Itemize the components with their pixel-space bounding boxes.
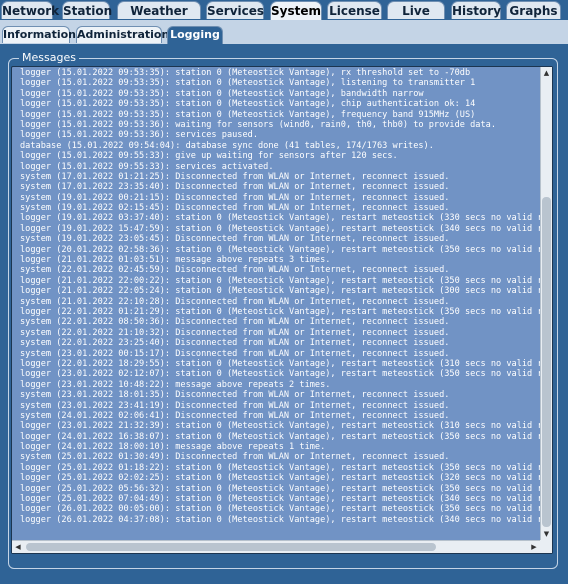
log-line: logger (19.01.2022 15:47:59): station 0 … bbox=[20, 223, 540, 234]
log-line: logger (23.01.2022 02:12:07): station 0 … bbox=[20, 369, 540, 380]
tab-logging[interactable]: Logging bbox=[167, 26, 223, 44]
vertical-scroll-thumb[interactable] bbox=[542, 197, 551, 527]
tab-information[interactable]: Information bbox=[2, 26, 76, 43]
messages-legend: Messages bbox=[19, 50, 79, 66]
tab-station[interactable]: Station bbox=[62, 1, 112, 19]
log-line: system (17.01.2022 23:35:40): Disconnect… bbox=[20, 182, 450, 193]
log-line: logger (25.01.2022 05:56:32): station 0 … bbox=[20, 483, 540, 494]
log-line: logger (15.01.2022 09:53:36): waiting fo… bbox=[20, 119, 496, 130]
tab-administration[interactable]: Administration bbox=[76, 26, 169, 43]
log-line: logger (19.01.2022 03:37:40): station 0 … bbox=[20, 213, 540, 224]
log-line: system (22.01.2022 23:25:40): Disconnect… bbox=[20, 338, 450, 349]
log-line: logger (21.01.2022 01:03:51): message ab… bbox=[20, 255, 331, 266]
log-line: logger (25.01.2022 02:02:25): station 0 … bbox=[20, 473, 540, 484]
scroll-left-icon[interactable]: ◀ bbox=[12, 541, 24, 553]
main-tab-bar: Network Station Weather Nets Services Sy… bbox=[0, 0, 568, 36]
log-line: system (23.01.2022 23:41:19): Disconnect… bbox=[20, 400, 450, 411]
log-line: system (23.01.2022 18:01:35): Disconnect… bbox=[20, 390, 450, 401]
tab-history[interactable]: History bbox=[451, 1, 501, 19]
log-line: system (22.01.2022 02:45:59): Disconnect… bbox=[20, 265, 450, 276]
log-line: logger (24.01.2022 18:00:10): message ab… bbox=[20, 442, 326, 453]
log-line: system (19.01.2022 02:15:45): Disconnect… bbox=[20, 203, 450, 214]
horizontal-scrollbar[interactable]: ◀ ▶ bbox=[12, 540, 540, 553]
log-line: logger (15.01.2022 09:53:35): station 0 … bbox=[20, 99, 476, 110]
tab-weather-nets[interactable]: Weather Nets bbox=[117, 1, 201, 36]
log-line: logger (15.01.2022 09:53:35): station 0 … bbox=[20, 78, 476, 89]
log-line: database (15.01.2022 09:54:04): database… bbox=[20, 140, 434, 151]
vertical-scrollbar[interactable]: ▲ ▼ bbox=[540, 67, 552, 540]
log-line: system (17.01.2022 01:21:25): Disconnect… bbox=[20, 171, 450, 182]
tab-license[interactable]: License bbox=[327, 1, 382, 19]
scroll-up-icon[interactable]: ▲ bbox=[541, 67, 552, 79]
log-line: logger (21.01.2022 22:00:22): station 0 … bbox=[20, 275, 540, 286]
log-line: logger (15.01.2022 09:53:35): station 0 … bbox=[20, 109, 476, 120]
tab-system[interactable]: System bbox=[270, 1, 322, 21]
log-line: system (22.01.2022 21:10:32): Disconnect… bbox=[20, 327, 450, 338]
log-line: logger (20.01.2022 02:58:36): station 0 … bbox=[20, 244, 540, 255]
log-line: logger (25.01.2022 01:18:22): station 0 … bbox=[20, 462, 540, 473]
log-line: logger (22.01.2022 18:29:55): station 0 … bbox=[20, 358, 540, 369]
log-line: logger (23.01.2022 21:32:39): station 0 … bbox=[20, 421, 540, 432]
log-text-area[interactable]: logger (15.01.2022 09:53:35): station 0 … bbox=[12, 67, 540, 540]
log-line: system (19.01.2022 00:21:15): Disconnect… bbox=[20, 192, 450, 203]
log-line: logger (15.01.2022 09:55:33): give up wa… bbox=[20, 151, 398, 162]
log-line: logger (15.01.2022 09:55:33): services a… bbox=[20, 161, 274, 172]
scroll-right-icon[interactable]: ▶ bbox=[528, 541, 540, 553]
horizontal-scroll-thumb[interactable] bbox=[26, 543, 436, 551]
log-line: system (23.01.2022 00:15:17): Disconnect… bbox=[20, 348, 450, 359]
log-line: system (19.01.2022 23:05:45): Disconnect… bbox=[20, 234, 450, 245]
log-line: logger (25.01.2022 07:04:49): station 0 … bbox=[20, 494, 540, 505]
log-line: logger (15.01.2022 09:53:35): station 0 … bbox=[20, 68, 471, 78]
log-line: system (21.01.2022 22:10:28): Disconnect… bbox=[20, 296, 450, 307]
tab-live-data[interactable]: Live Data bbox=[387, 1, 445, 36]
log-line: logger (22.01.2022 01:21:29): station 0 … bbox=[20, 306, 540, 317]
log-line: logger (15.01.2022 09:53:35): station 0 … bbox=[20, 88, 424, 99]
log-line: logger (24.01.2022 16:38:07): station 0 … bbox=[20, 431, 540, 442]
tab-network[interactable]: Network bbox=[1, 1, 59, 19]
log-line: logger (26.01.2022 00:05:00): station 0 … bbox=[20, 504, 540, 515]
tab-graphs[interactable]: Graphs bbox=[506, 1, 561, 19]
tab-services[interactable]: Services bbox=[206, 1, 264, 19]
log-line: system (25.01.2022 01:30:49): Disconnect… bbox=[20, 452, 450, 463]
log-line: logger (21.01.2022 22:05:24): station 0 … bbox=[20, 286, 540, 297]
log-line: system (24.01.2022 02:06:41): Disconnect… bbox=[20, 410, 450, 421]
scroll-down-icon[interactable]: ▼ bbox=[541, 528, 552, 540]
messages-log[interactable]: logger (15.01.2022 09:53:35): station 0 … bbox=[11, 66, 553, 554]
log-line: logger (23.01.2022 10:48:22): message ab… bbox=[20, 379, 331, 390]
log-line: logger (15.01.2022 09:53:36): services p… bbox=[20, 130, 258, 141]
log-line: logger (26.01.2022 04:37:08): station 0 … bbox=[20, 514, 540, 525]
log-line: system (22.01.2022 08:50:36): Disconnect… bbox=[20, 317, 450, 328]
logging-panel: Messages logger (15.01.2022 09:53:35): s… bbox=[0, 44, 568, 584]
scrollbar-corner bbox=[540, 540, 552, 553]
sub-tab-bar: Information Administration Logging bbox=[0, 20, 568, 44]
